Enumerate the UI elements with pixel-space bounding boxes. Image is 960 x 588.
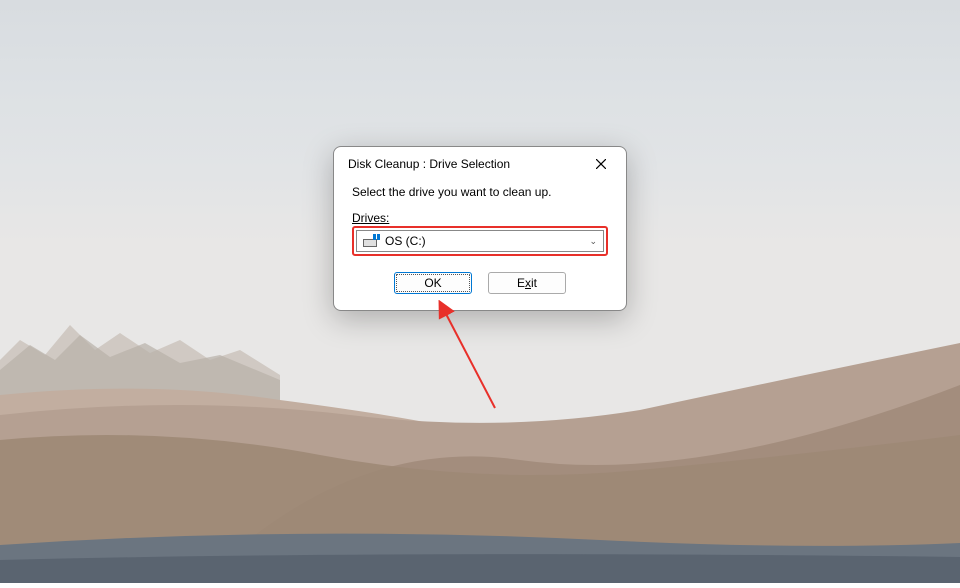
dialog-title: Disk Cleanup : Drive Selection — [348, 157, 510, 171]
chevron-down-icon: ⌄ — [589, 236, 597, 247]
annotation-highlight: OS (C:) ⌄ — [352, 226, 608, 256]
close-button[interactable] — [586, 153, 616, 175]
drive-selector[interactable]: OS (C:) ⌄ — [356, 230, 604, 252]
drive-icon — [363, 235, 379, 247]
dialog-body: Select the drive you want to clean up. D… — [334, 179, 626, 310]
disk-cleanup-dialog: Disk Cleanup : Drive Selection Select th… — [333, 146, 627, 311]
close-icon — [596, 159, 606, 169]
selected-drive-value: OS (C:) — [385, 234, 589, 248]
dialog-buttons: OK Exit — [352, 272, 608, 294]
exit-button[interactable]: Exit — [488, 272, 566, 294]
background-dunes — [0, 325, 960, 583]
drives-label: Drives: — [352, 211, 608, 225]
instruction-text: Select the drive you want to clean up. — [352, 185, 608, 199]
dialog-titlebar: Disk Cleanup : Drive Selection — [334, 147, 626, 179]
ok-button[interactable]: OK — [394, 272, 472, 294]
